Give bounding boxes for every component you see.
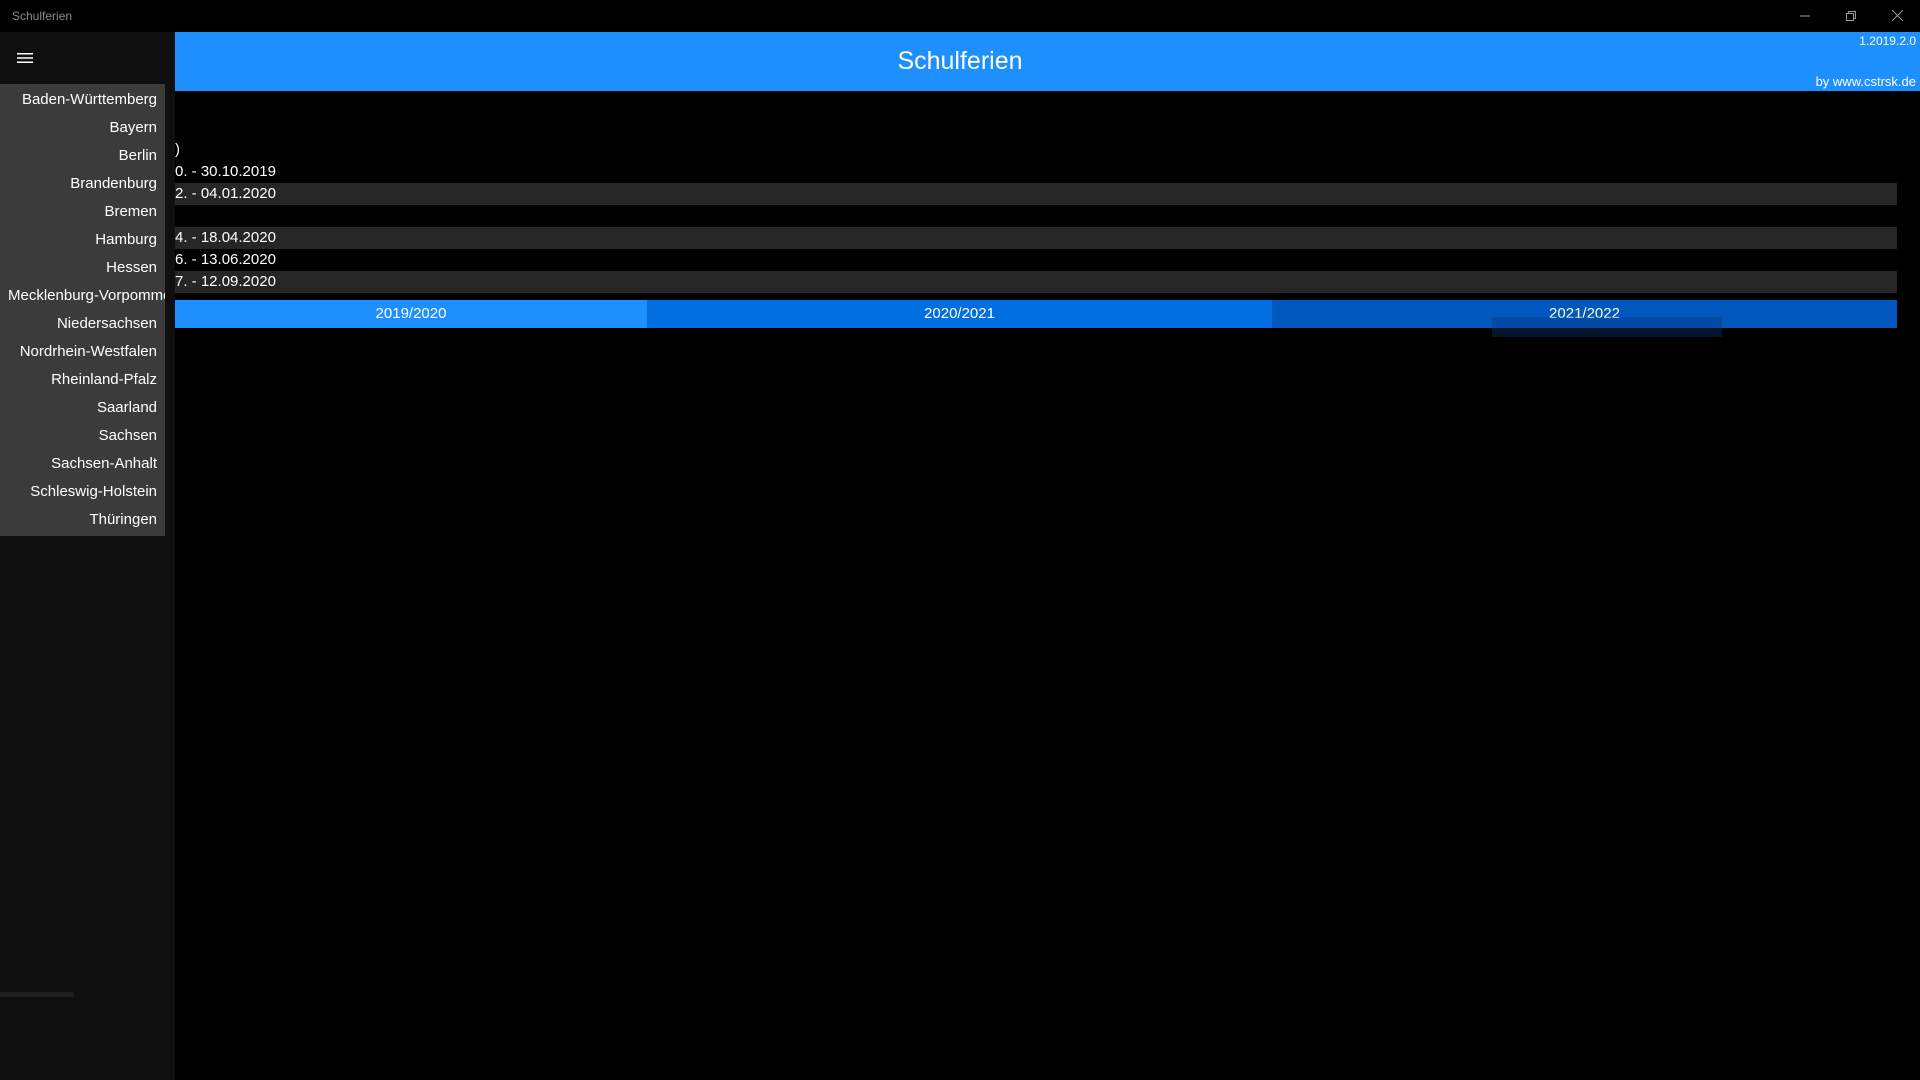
restore-icon [1846, 8, 1856, 24]
state-item[interactable]: Berlin [0, 142, 165, 170]
state-item[interactable]: Hamburg [0, 226, 165, 254]
state-item[interactable]: Schleswig-Holstein [0, 478, 165, 506]
app-title: Schulferien [897, 47, 1023, 75]
minimize-icon [1800, 8, 1810, 24]
holiday-row: ) [175, 141, 180, 158]
title-bar: Schulferien [0, 0, 1920, 32]
state-item[interactable]: Saarland [0, 394, 165, 422]
holiday-row: 4. - 18.04.2020 [175, 227, 1897, 249]
pane-divider [0, 992, 74, 997]
state-item[interactable]: Bremen [0, 198, 165, 226]
minimize-button[interactable] [1782, 0, 1828, 32]
holiday-row: 6. - 13.06.2020 [175, 251, 276, 268]
window-title: Schulferien [12, 9, 73, 23]
close-button[interactable] [1874, 0, 1920, 32]
restore-button[interactable] [1828, 0, 1874, 32]
state-item[interactable]: Sachsen [0, 422, 165, 450]
state-item[interactable]: Hessen [0, 254, 165, 282]
tab-2020-2021[interactable]: 2020/2021 [647, 300, 1272, 328]
state-item[interactable]: Thüringen [0, 506, 165, 534]
hamburger-menu-button[interactable] [0, 32, 50, 84]
navigation-pane: Baden-Württemberg Bayern Berlin Brandenb… [0, 32, 175, 1080]
tab-2019-2020[interactable]: 2019/2020 [175, 300, 647, 328]
state-item[interactable]: Nordrhein-Westfalen [0, 338, 165, 366]
app-header: Schulferien 1.2019.2.0 by www.cstrsk.de [175, 32, 1920, 91]
holiday-row [175, 205, 1897, 227]
state-list: Baden-Württemberg Bayern Berlin Brandenb… [0, 84, 165, 536]
holiday-row: 2. - 04.01.2020 [175, 183, 1897, 205]
holiday-row: 7. - 12.09.2020 [175, 271, 1897, 293]
hamburger-menu-icon [17, 52, 33, 64]
close-icon [1891, 8, 1903, 24]
faded-overlay [1492, 317, 1722, 337]
state-item[interactable]: Bayern [0, 114, 165, 142]
version-label: 1.2019.2.0 [1859, 34, 1916, 48]
state-item[interactable]: Rheinland-Pfalz [0, 366, 165, 394]
state-item[interactable]: Baden-Württemberg [0, 86, 165, 114]
holiday-row: 0. - 30.10.2019 [175, 163, 276, 180]
state-item[interactable]: Niedersachsen [0, 310, 165, 338]
author-link[interactable]: by www.cstrsk.de [1816, 74, 1916, 89]
state-item[interactable]: Sachsen-Anhalt [0, 450, 165, 478]
state-item[interactable]: Mecklenburg-Vorpommern [0, 282, 165, 310]
state-item[interactable]: Brandenburg [0, 170, 165, 198]
holiday-list: ) 0. - 30.10.2019 2. - 04.01.2020 4. - 1… [175, 139, 1897, 293]
